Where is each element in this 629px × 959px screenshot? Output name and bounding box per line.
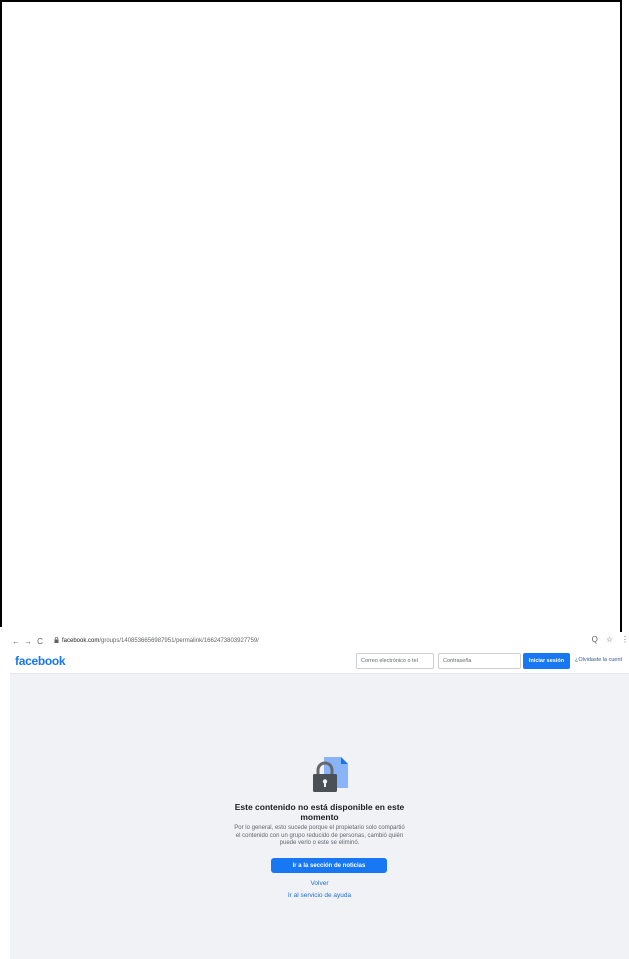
address-bar[interactable]: facebook.com/groups/1408536656987951/per… <box>62 638 259 644</box>
email-field[interactable] <box>356 653 434 669</box>
back-arrow-icon[interactable]: ← <box>10 637 22 646</box>
title-text: Este contenido no está disponible en est… <box>234 802 405 822</box>
description-text: Por lo general, esto sucede porque el pr… <box>234 825 405 846</box>
main-content: Este contenido no está disponible en est… <box>10 674 629 959</box>
lock-icon <box>52 637 60 645</box>
url-path: /groups/1408536656987951/permalink/16624… <box>99 638 259 644</box>
forward-arrow-icon[interactable]: → <box>22 637 34 646</box>
zoom-icon[interactable]: Q <box>592 635 598 644</box>
browser-toolbar: ← → C facebook.com/groups/14085366569879… <box>10 632 629 650</box>
help-center-link[interactable]: Ir al servicio de ayuda <box>10 892 629 899</box>
description: Por lo general, esto sucede porque el pr… <box>10 825 629 848</box>
star-icon[interactable]: ☆ <box>606 635 613 644</box>
browser-window: ← → C facebook.com/groups/14085366569879… <box>10 632 629 959</box>
page-title: Este contenido no está disponible en est… <box>10 802 629 822</box>
blank-document-panel <box>0 0 622 627</box>
login-button[interactable]: Iniciar sesión <box>523 653 570 669</box>
url-host: facebook.com <box>62 638 100 644</box>
back-link[interactable]: Volver <box>10 880 629 887</box>
facebook-logo[interactable]: facebook <box>15 654 66 668</box>
reload-icon[interactable]: C <box>34 637 46 646</box>
forgot-account-link[interactable]: ¿Olvidaste la cuent <box>575 657 622 663</box>
facebook-header: facebook Iniciar sesión ¿Olvidaste la cu… <box>10 650 629 674</box>
menu-icon[interactable]: ⋮ <box>621 635 629 644</box>
go-to-news-feed-button[interactable]: Ir a la sección de noticias <box>271 858 387 873</box>
browser-actions: Q ☆ ⋮ <box>592 635 629 644</box>
padlock-document-icon <box>310 755 350 795</box>
password-field[interactable] <box>438 653 521 669</box>
